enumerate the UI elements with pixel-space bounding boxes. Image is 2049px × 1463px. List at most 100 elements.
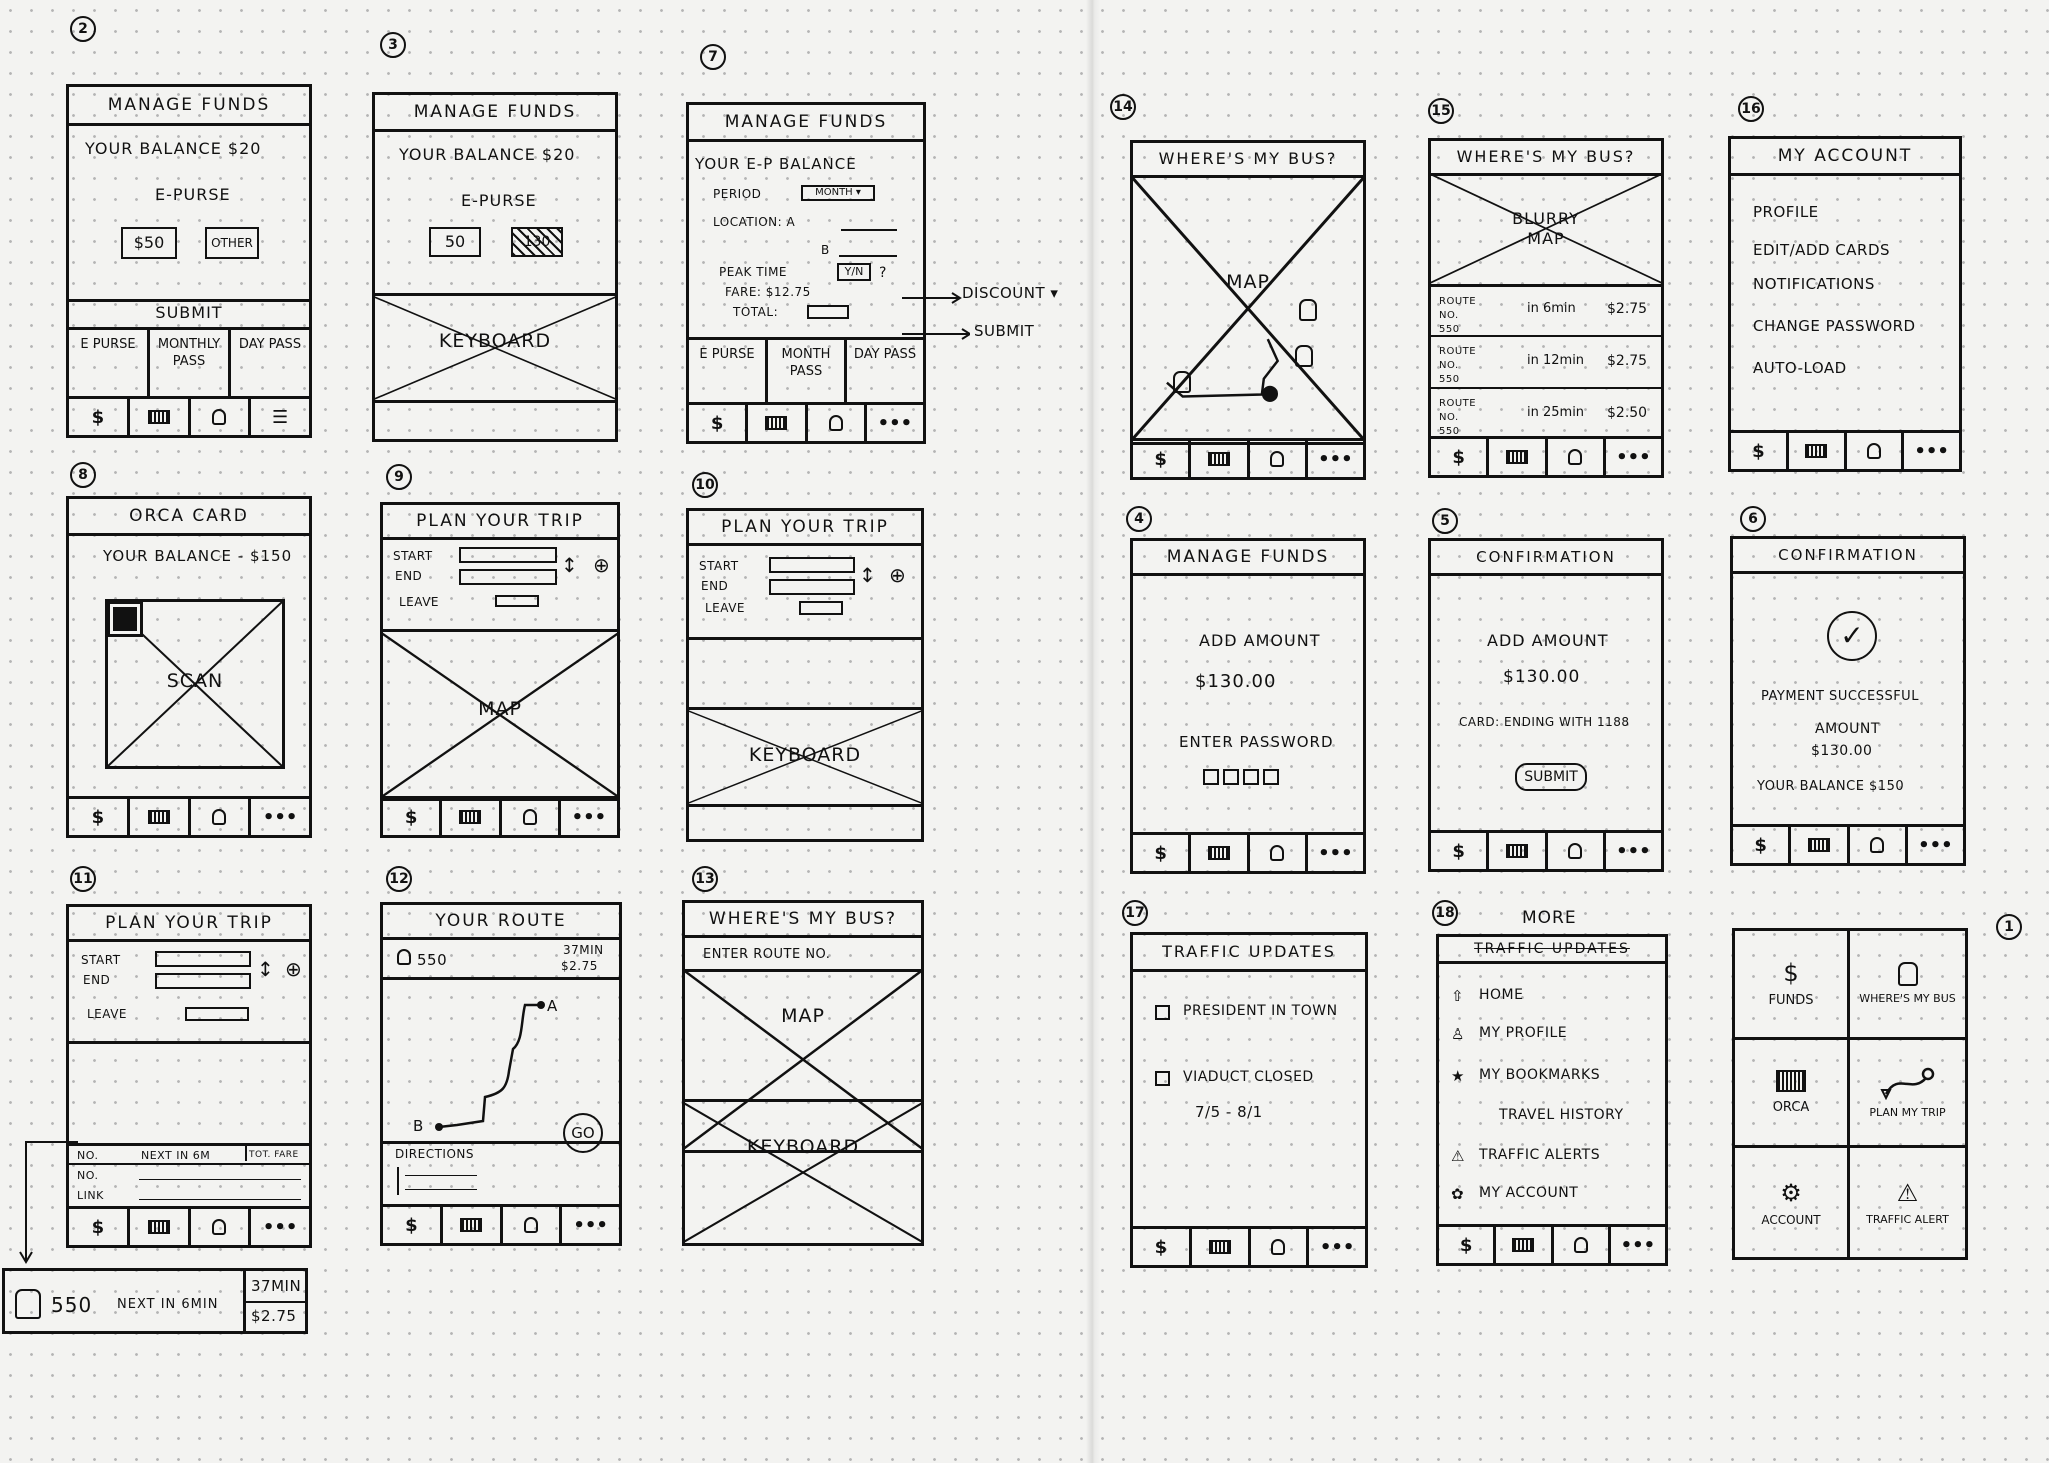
tab-bus[interactable] — [191, 799, 252, 835]
add-stop-icon[interactable]: ⊕ — [593, 553, 610, 577]
location-b-input[interactable] — [839, 255, 897, 257]
menu-edit-add-cards[interactable]: EDIT/ADD CARDS — [1753, 241, 1890, 259]
result-row-1-next[interactable]: NEXT IN 6M — [141, 1149, 210, 1162]
tab-orca[interactable] — [443, 1207, 503, 1243]
tab-more[interactable]: ••• — [1908, 827, 1963, 863]
tab-bus[interactable] — [808, 405, 867, 441]
tab-more[interactable]: ••• — [867, 405, 923, 441]
tab-orca[interactable] — [130, 1209, 191, 1245]
tab-orca[interactable] — [130, 399, 191, 435]
peak-help[interactable]: ? — [879, 265, 887, 281]
tab-bus[interactable] — [1548, 833, 1606, 869]
tab-bus[interactable] — [1554, 1227, 1611, 1263]
menu-auto-load[interactable]: AUTO-LOAD — [1753, 359, 1847, 377]
segment-e-purse[interactable]: E PURSE — [69, 330, 150, 396]
end-input[interactable] — [155, 973, 251, 989]
end-input[interactable] — [769, 579, 855, 595]
start-input[interactable] — [769, 557, 855, 573]
home-tile-funds[interactable]: $ FUNDS — [1735, 931, 1850, 1040]
add-stop-icon[interactable]: ⊕ — [889, 563, 906, 587]
tab-orca[interactable] — [1789, 433, 1847, 469]
row-1-route[interactable]: ROUTE NO. 550 — [1439, 295, 1479, 337]
bus-marker-icon[interactable] — [1299, 299, 1317, 321]
tab-bus[interactable] — [1251, 1229, 1310, 1265]
tab-more[interactable]: ••• — [251, 1209, 309, 1245]
tab-bus[interactable] — [1250, 441, 1308, 477]
tab-funds[interactable]: $ — [689, 405, 749, 441]
tab-more[interactable]: ••• — [1308, 835, 1363, 871]
menu-notifications[interactable]: NOTIFICATIONS — [1753, 275, 1875, 293]
home-tile-plan-my-trip[interactable]: PLAN MY TRIP — [1850, 1040, 1965, 1149]
tab-orca[interactable] — [1489, 833, 1548, 869]
tab-funds[interactable]: $ — [69, 799, 130, 835]
tab-orca[interactable] — [748, 405, 808, 441]
tab-bus[interactable] — [1847, 433, 1905, 469]
home-tile-wheres-my-bus[interactable]: WHERE'S MY BUS — [1850, 931, 1965, 1040]
bus-marker-icon[interactable] — [1295, 345, 1313, 367]
segment-day-pass[interactable]: DAY PASS — [231, 330, 309, 396]
tab-funds[interactable]: $ — [1133, 1229, 1192, 1265]
menu-traffic-alerts[interactable]: TRAFFIC ALERTS — [1479, 1147, 1600, 1163]
go-button[interactable]: GO — [563, 1113, 603, 1153]
home-tile-traffic-alert[interactable]: ⚠ TRAFFIC ALERT — [1850, 1148, 1965, 1257]
leave-input[interactable] — [799, 601, 843, 615]
result-row-1-fare[interactable]: TOT. FARE — [249, 1150, 299, 1160]
swap-icon[interactable]: ↕ — [257, 957, 274, 981]
keyboard-placeholder[interactable]: KEYBOARD — [686, 707, 924, 807]
menu-my-account[interactable]: MY ACCOUNT — [1479, 1185, 1578, 1201]
tab-funds[interactable]: $ — [1731, 433, 1789, 469]
amount-50-button[interactable]: $50 — [121, 227, 177, 259]
menu-my-profile[interactable]: MY PROFILE — [1479, 1025, 1567, 1041]
tab-funds[interactable]: $ — [1431, 439, 1490, 475]
menu-home[interactable]: HOME — [1479, 987, 1523, 1003]
segment-monthly-pass[interactable]: MONTHLY PASS — [150, 330, 231, 396]
tab-more[interactable]: ••• — [1309, 1229, 1365, 1265]
menu-change-password[interactable]: CHANGE PASSWORD — [1753, 317, 1916, 335]
tab-more[interactable]: ••• — [1606, 439, 1661, 475]
tab-orca[interactable] — [1191, 441, 1250, 477]
peak-yn-toggle[interactable]: Y/N — [837, 263, 871, 281]
swap-icon[interactable]: ↕ — [561, 553, 578, 577]
tab-orca[interactable] — [1489, 439, 1548, 475]
tab-funds[interactable]: $ — [1133, 441, 1192, 477]
row-3-route[interactable]: ROUTE NO. 550 — [1439, 397, 1479, 439]
map-placeholder[interactable]: MAP — [380, 629, 620, 801]
tab-menu[interactable]: ☰ — [251, 399, 309, 435]
update-1-checkbox[interactable] — [1155, 1005, 1170, 1020]
period-dropdown[interactable]: MONTH ▾ — [801, 185, 875, 201]
menu-travel-history[interactable]: TRAVEL HISTORY — [1499, 1107, 1624, 1123]
end-input[interactable] — [459, 569, 557, 585]
location-a-input[interactable] — [841, 229, 897, 231]
tab-orca[interactable] — [130, 799, 191, 835]
home-tile-orca[interactable]: ORCA — [1735, 1039, 1850, 1149]
tab-funds[interactable]: $ — [1431, 833, 1490, 869]
tab-funds[interactable]: $ — [1733, 827, 1792, 863]
tab-funds[interactable]: $ — [69, 399, 130, 435]
tab-orca[interactable] — [1191, 835, 1250, 871]
pin-digit-2[interactable] — [1223, 769, 1239, 785]
start-input[interactable] — [155, 951, 251, 967]
tab-more[interactable]: ••• — [1606, 833, 1661, 869]
submit-button[interactable]: SUBMIT — [1515, 763, 1587, 791]
tab-funds[interactable]: $ — [383, 799, 443, 835]
tab-more[interactable]: ••• — [561, 799, 617, 835]
keyboard-placeholder[interactable]: KEYBOARD — [682, 1099, 924, 1243]
tab-bus[interactable] — [1250, 835, 1308, 871]
keyboard-placeholder[interactable]: KEYBOARD — [372, 293, 618, 403]
tab-orca[interactable] — [1496, 1227, 1554, 1263]
menu-my-bookmarks[interactable]: MY BOOKMARKS — [1479, 1067, 1600, 1083]
route-number-input[interactable]: ENTER ROUTE NO. — [703, 947, 830, 962]
tab-more[interactable]: ••• — [1904, 433, 1959, 469]
tab-bus[interactable] — [1548, 439, 1606, 475]
home-tile-account[interactable]: ⚙ ACCOUNT — [1735, 1148, 1850, 1257]
tab-more[interactable]: ••• — [1308, 441, 1363, 477]
tab-more[interactable]: ••• — [251, 799, 309, 835]
map-area[interactable]: MAP — [1130, 175, 1366, 445]
leave-input[interactable] — [495, 595, 539, 607]
swap-icon[interactable]: ↕ — [859, 563, 876, 587]
menu-profile[interactable]: PROFILE — [1753, 203, 1819, 221]
tab-bus[interactable] — [502, 799, 561, 835]
pin-digit-1[interactable] — [1203, 769, 1219, 785]
submit-button[interactable]: SUBMIT — [69, 303, 309, 322]
update-2-checkbox[interactable] — [1155, 1071, 1170, 1086]
